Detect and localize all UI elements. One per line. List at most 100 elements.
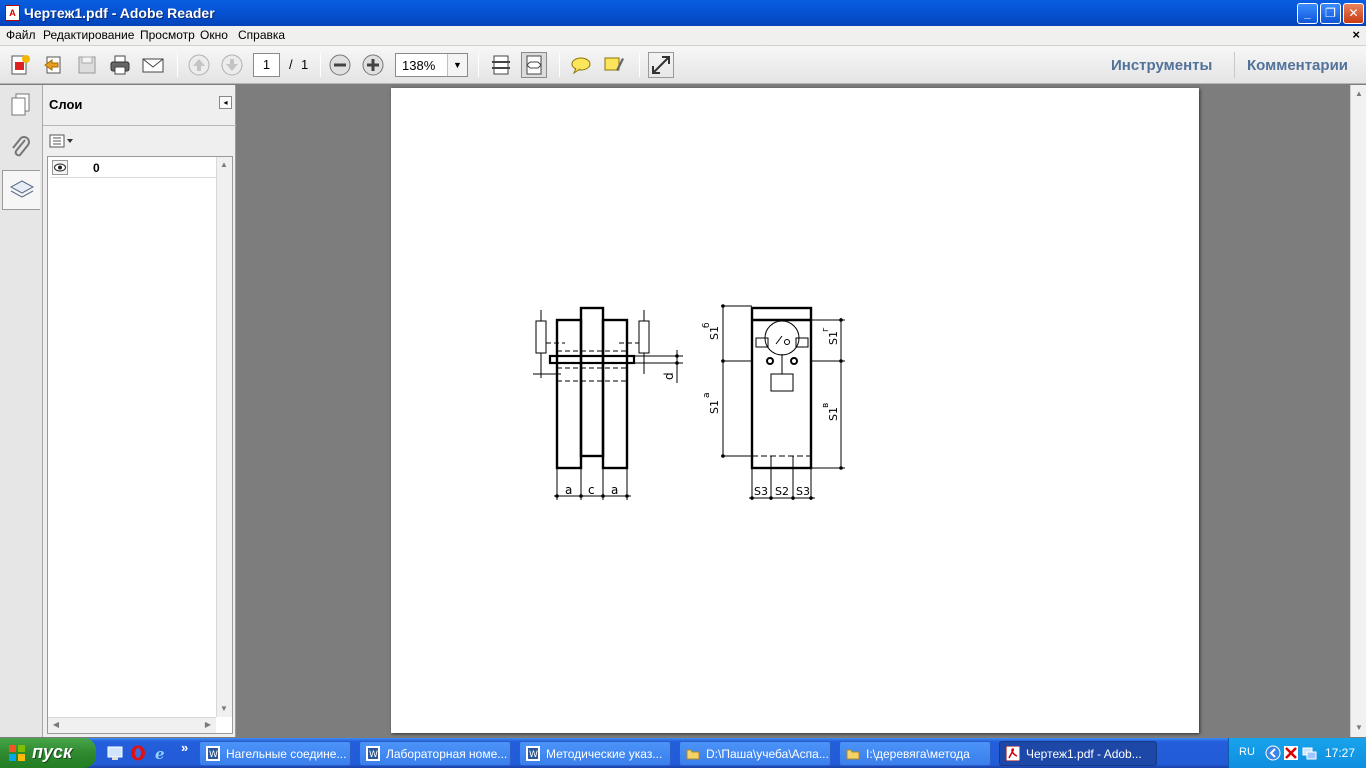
- taskbar-button[interactable]: W Методические указ...: [519, 741, 671, 766]
- taskbar-button[interactable]: W Нагельные соедине...: [199, 741, 351, 766]
- word-icon: W: [206, 746, 220, 761]
- fit-width-button[interactable]: [521, 52, 547, 78]
- language-indicator[interactable]: RU: [1239, 746, 1255, 758]
- next-page-icon: [221, 54, 243, 76]
- full-screen-icon: [652, 56, 670, 74]
- page-separator: /: [289, 57, 293, 72]
- fit-page-button[interactable]: [488, 52, 514, 78]
- side-view: [555, 306, 629, 470]
- layer-visibility-toggle[interactable]: [52, 160, 68, 175]
- word-icon: W: [526, 746, 540, 761]
- minimize-icon: _: [1304, 6, 1311, 20]
- menu-view[interactable]: Просмотр: [140, 28, 195, 42]
- open-button[interactable]: [41, 52, 67, 78]
- pages-icon: [11, 93, 30, 116]
- scroll-left-icon[interactable]: ◀: [49, 718, 63, 732]
- email-icon: [142, 58, 164, 73]
- dim-label-s1a-sup: а: [702, 392, 712, 398]
- layers-panel: Слои ◂ 0 ▲ ▼ ◀ ▶: [43, 85, 236, 737]
- zoom-out-button[interactable]: [327, 52, 353, 78]
- comment-button[interactable]: [568, 52, 594, 78]
- layer-list-vertical-scrollbar[interactable]: ▲ ▼: [216, 157, 232, 717]
- email-button[interactable]: [140, 52, 166, 78]
- zoom-in-button[interactable]: [360, 52, 386, 78]
- system-tray: RU 17:27: [1228, 738, 1366, 768]
- print-button[interactable]: [107, 52, 133, 78]
- options-menu-icon: [49, 134, 73, 148]
- layer-options-button[interactable]: [49, 132, 75, 150]
- opera-icon[interactable]: [130, 745, 146, 761]
- document-vertical-scrollbar[interactable]: ▲ ▼: [1350, 85, 1366, 737]
- collapse-panel-button[interactable]: ◂: [219, 96, 232, 109]
- dim-label-s3: S3: [796, 485, 810, 498]
- tray-network-icon[interactable]: [1301, 745, 1317, 761]
- layer-list-horizontal-scrollbar[interactable]: ◀ ▶: [48, 717, 216, 733]
- document-close-button[interactable]: ×: [1352, 27, 1360, 42]
- taskbar-button-label: I:\деревяга\метода: [866, 747, 970, 761]
- scroll-right-icon[interactable]: ▶: [201, 718, 215, 732]
- show-desktop-icon[interactable]: [107, 745, 123, 761]
- scroll-down-icon[interactable]: ▼: [1352, 721, 1366, 735]
- taskbar-button-label: Нагельные соедине...: [226, 747, 347, 761]
- clock: 17:27: [1325, 746, 1356, 760]
- close-icon: ✕: [1348, 6, 1359, 20]
- pdf-page: a c a d S1 б S1 а S1 г S1 в S3 S2 S3: [391, 88, 1199, 733]
- total-pages: 1: [301, 57, 309, 72]
- taskbar-button[interactable]: I:\деревяга\метода: [839, 741, 991, 766]
- save-icon: [78, 56, 96, 74]
- ie-icon[interactable]: e: [153, 745, 169, 761]
- tray-arrow-icon[interactable]: [1265, 745, 1281, 761]
- zoom-select[interactable]: 138% ▼: [395, 53, 468, 77]
- dim-label-s1g: S1: [827, 331, 840, 345]
- layers-icon: [9, 180, 34, 198]
- highlight-icon: [604, 57, 624, 71]
- full-screen-button[interactable]: [648, 52, 674, 78]
- window-title: Чертеж1.pdf - Adobe Reader: [24, 5, 215, 21]
- scroll-up-icon[interactable]: ▲: [1352, 87, 1366, 101]
- restore-icon: ❐: [1325, 6, 1336, 20]
- minimize-button[interactable]: _: [1297, 3, 1318, 24]
- comments-pane-button[interactable]: Комментарии: [1247, 57, 1348, 74]
- next-page-button[interactable]: [219, 52, 245, 78]
- close-button[interactable]: ✕: [1343, 3, 1364, 24]
- create-pdf-button[interactable]: [7, 52, 33, 78]
- menu-file[interactable]: Файл: [6, 28, 36, 42]
- menu-window[interactable]: Окно: [200, 28, 228, 42]
- start-button[interactable]: пуск: [0, 738, 96, 768]
- dim-label-c: c: [588, 483, 595, 497]
- layer-row[interactable]: 0: [50, 158, 216, 178]
- svg-text:W: W: [369, 750, 378, 760]
- scroll-up-icon[interactable]: ▲: [217, 158, 231, 172]
- quick-launch-more[interactable]: »: [181, 740, 188, 755]
- open-icon: [44, 56, 61, 74]
- fit-width-icon: [526, 55, 542, 75]
- save-button[interactable]: [74, 52, 100, 78]
- start-label: пуск: [32, 742, 73, 762]
- title-bar[interactable]: A Чертеж1.pdf - Adobe Reader _ ❐ ✕: [0, 0, 1366, 26]
- menu-edit[interactable]: Редактирование: [43, 28, 134, 42]
- svg-text:W: W: [209, 750, 218, 760]
- chevron-down-icon[interactable]: ▼: [447, 54, 467, 76]
- taskbar-button[interactable]: D:\Паша\учеба\Аспа...: [679, 741, 831, 766]
- taskbar-button[interactable]: W Лабораторная номе...: [359, 741, 511, 766]
- previous-page-button[interactable]: [186, 52, 212, 78]
- side-view-details: [533, 310, 683, 500]
- tray-antivirus-icon[interactable]: [1283, 745, 1299, 761]
- restore-button[interactable]: ❐: [1320, 3, 1341, 24]
- folder-icon: [686, 749, 700, 760]
- highlight-button[interactable]: [601, 52, 627, 78]
- tools-pane-button[interactable]: Инструменты: [1111, 57, 1212, 74]
- previous-page-icon: [188, 54, 210, 76]
- layers-panel-button[interactable]: [2, 170, 40, 210]
- taskbar-button-active[interactable]: Чертеж1.pdf - Adob...: [999, 741, 1157, 766]
- create-pdf-icon: [11, 55, 30, 75]
- page-number-input[interactable]: 1: [253, 53, 280, 77]
- word-icon: W: [366, 746, 380, 761]
- menu-help[interactable]: Справка: [238, 28, 285, 42]
- dim-label-s1b-sup: б: [702, 322, 712, 328]
- dim-label-d: d: [662, 372, 676, 380]
- dim-label-a: a: [611, 483, 618, 497]
- attachments-panel-button[interactable]: [2, 127, 40, 167]
- pages-panel-button[interactable]: [2, 85, 40, 125]
- scroll-down-icon[interactable]: ▼: [217, 702, 231, 716]
